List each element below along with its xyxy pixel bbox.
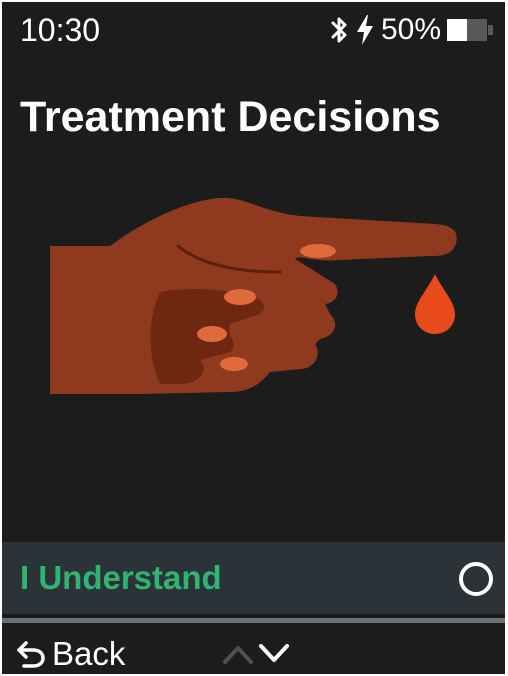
fingernail [300, 244, 336, 258]
back-button[interactable]: Back [16, 634, 125, 674]
page-title: Treatment Decisions [20, 93, 441, 141]
understand-label: I Understand [20, 559, 222, 596]
bluetooth-icon [331, 17, 347, 43]
chevron-down-icon[interactable] [258, 642, 290, 666]
fingernail [224, 289, 256, 305]
status-time: 10:30 [20, 12, 101, 48]
fingernail [197, 326, 227, 342]
divider [2, 618, 505, 623]
scroll-arrows [222, 638, 290, 670]
status-bar: 10:30 50% [2, 2, 505, 58]
charging-icon [356, 15, 373, 45]
battery-percent: 50% [380, 13, 441, 46]
battery-icon [447, 19, 493, 41]
understand-option[interactable]: I Understand [2, 542, 505, 614]
chevron-up-icon[interactable] [222, 642, 254, 666]
back-arrow-icon [17, 641, 45, 668]
hand-blood-drop-illustration [50, 197, 457, 394]
status-icons: 50% [329, 12, 493, 48]
radio-circle-icon[interactable] [459, 562, 493, 596]
blood-drop-icon [415, 274, 455, 334]
back-label: Back [52, 635, 126, 672]
device-screen: 10:30 50% Treatment Decisions I Understa… [2, 2, 505, 674]
fingernail [220, 357, 248, 371]
